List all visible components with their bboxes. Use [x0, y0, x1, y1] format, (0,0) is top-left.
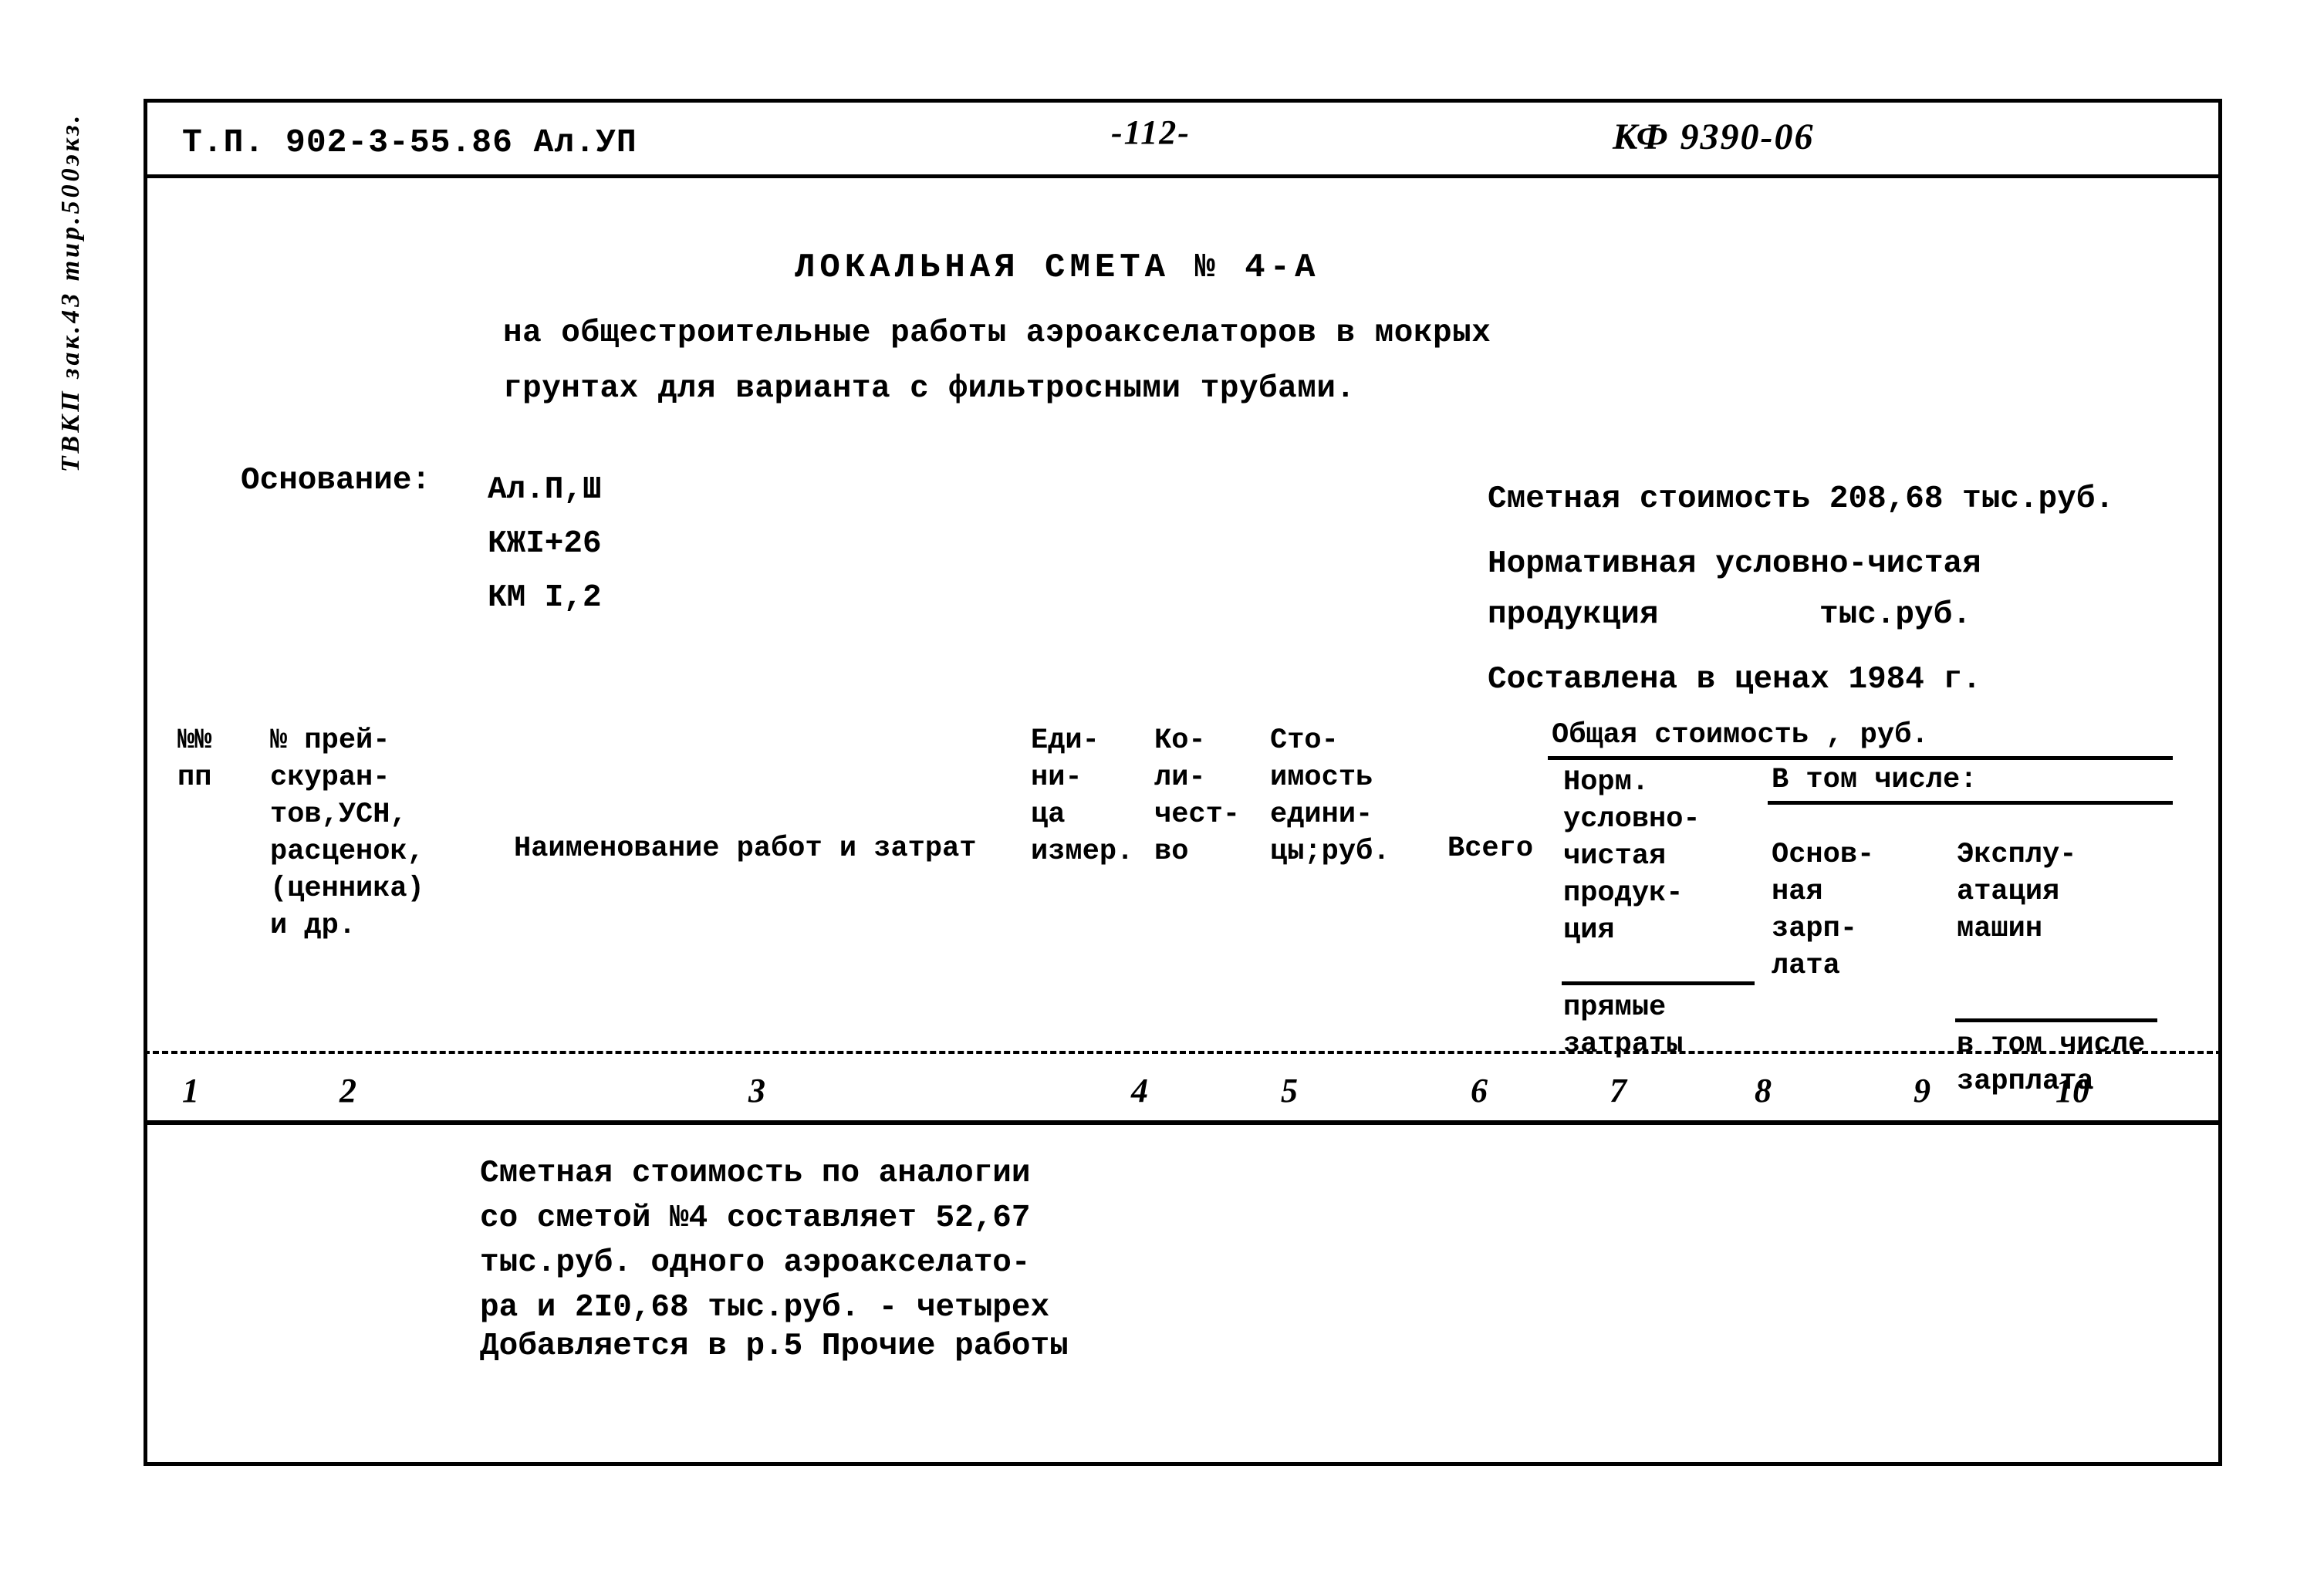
column-header-machines: Эксплу- атация машин: [1957, 839, 2077, 945]
column-header-norm-net-product: Норм. условно- чистая продук- ция: [1563, 766, 1701, 947]
column-header-unit-cost: Сто- имость едини- цы;руб.: [1270, 724, 1390, 868]
estimate-cost-line: Сметная стоимость 208,68 тыс.руб.: [1488, 481, 2114, 517]
body-note-line-2: со сметой №4 составляет 52,67: [480, 1201, 1031, 1236]
body-note-extra: Добавляется в р.5 Прочие работы: [480, 1329, 1069, 1364]
group-header-underline: [1548, 756, 2173, 760]
column-number-9: 9: [1914, 1072, 1930, 1109]
column-number-6: 6: [1471, 1072, 1488, 1109]
subtitle-line-1: на общестроительные работы аэроакселатор…: [503, 316, 1491, 351]
net-product-line-2: продукция тыс.руб.: [1488, 589, 2114, 640]
column-number-8: 8: [1755, 1072, 1772, 1109]
column-header-including: В том числе:: [1772, 764, 1978, 796]
net-product-label: продукция: [1488, 597, 1659, 633]
estimate-table-header: №№ пп № прей- скуран- тов,УСН, расценок,…: [144, 718, 2222, 1119]
body-note-line-1: Сметная стоимость по аналогии: [480, 1156, 1031, 1191]
column-header-basic-wage: Основ- ная зарп- лата: [1772, 839, 1875, 982]
body-note-line-3: тыс.руб. одного аэроакселато-: [480, 1245, 1031, 1281]
header-separator-rule: [144, 174, 2222, 178]
column-number-1: 1: [182, 1072, 199, 1109]
column-number-2: 2: [339, 1072, 356, 1109]
basis-value-3: КМ I,2: [488, 580, 602, 616]
price-year-line: Составлена в ценах 1984 г.: [1488, 662, 1981, 697]
column-header-nn: №№ пп: [177, 724, 212, 794]
scanned-document-page: ТВКП зак.43 тир.500экз. Т.П. 902-3-55.86…: [0, 0, 2324, 1594]
column-header-group-total-cost: Общая стоимость , руб.: [1552, 719, 1929, 751]
document-code-left: Т.П. 902-3-55.86 Ал.УП: [182, 123, 637, 161]
basis-value-2: КЖI+26: [488, 526, 602, 562]
document-code-right: КФ 9390-06: [1613, 117, 1815, 157]
column-number-3: 3: [748, 1072, 765, 1109]
page-title: ЛОКАЛЬНАЯ СМЕТА № 4-А: [795, 248, 1320, 287]
column-number-5: 5: [1281, 1072, 1298, 1109]
column-number-7: 7: [1610, 1072, 1626, 1109]
page-number: -112-: [1111, 113, 1191, 151]
column-number-10: 10: [2055, 1072, 2089, 1109]
column-number-4: 4: [1131, 1072, 1148, 1109]
margin-handwritten-note: ТВКП зак.43 тир.500экз.: [56, 112, 85, 473]
net-product-line-1: Нормативная условно-чистая: [1488, 546, 1981, 582]
basis-value-1: Ал.П,Ш: [488, 472, 602, 508]
including-header-underline: [1768, 801, 2173, 805]
cost-summary-block: Сметная стоимость 208,68 тыс.руб. Нормат…: [1488, 474, 2114, 705]
body-note: Сметная стоимость по аналогии со сметой …: [480, 1151, 1049, 1330]
column-header-quantity: Ко- ли- чест- во: [1154, 724, 1241, 868]
page-subtitle: на общестроительные работы аэроакселатор…: [503, 306, 1491, 417]
table-number-row-bottom-rule: [144, 1120, 2222, 1125]
table-header-bottom-dashed-rule: [144, 1051, 2222, 1054]
subtitle-line-2: грунтах для варианта с фильтросными труб…: [503, 371, 1356, 407]
basis-values: Ал.П,Ш КЖI+26 КМ I,2: [488, 463, 602, 625]
norm-header-underline: [1562, 981, 1755, 985]
column-header-unit: Еди- ни- ца измер.: [1031, 724, 1134, 868]
body-note-line-4: ра и 2I0,68 тыс.руб. - четырех: [480, 1290, 1050, 1326]
basis-label: Основание:: [241, 463, 431, 498]
machines-header-underline: [1955, 1018, 2157, 1022]
column-header-name: Наименование работ и затрат: [514, 832, 977, 865]
column-header-machines-wage: в том числе зарплата: [1957, 1028, 2146, 1098]
column-header-total: Всего: [1447, 832, 1534, 865]
net-product-units: тыс.руб.: [1819, 597, 1971, 633]
column-header-price-ref: № прей- скуран- тов,УСН, расценок, (ценн…: [270, 724, 424, 942]
